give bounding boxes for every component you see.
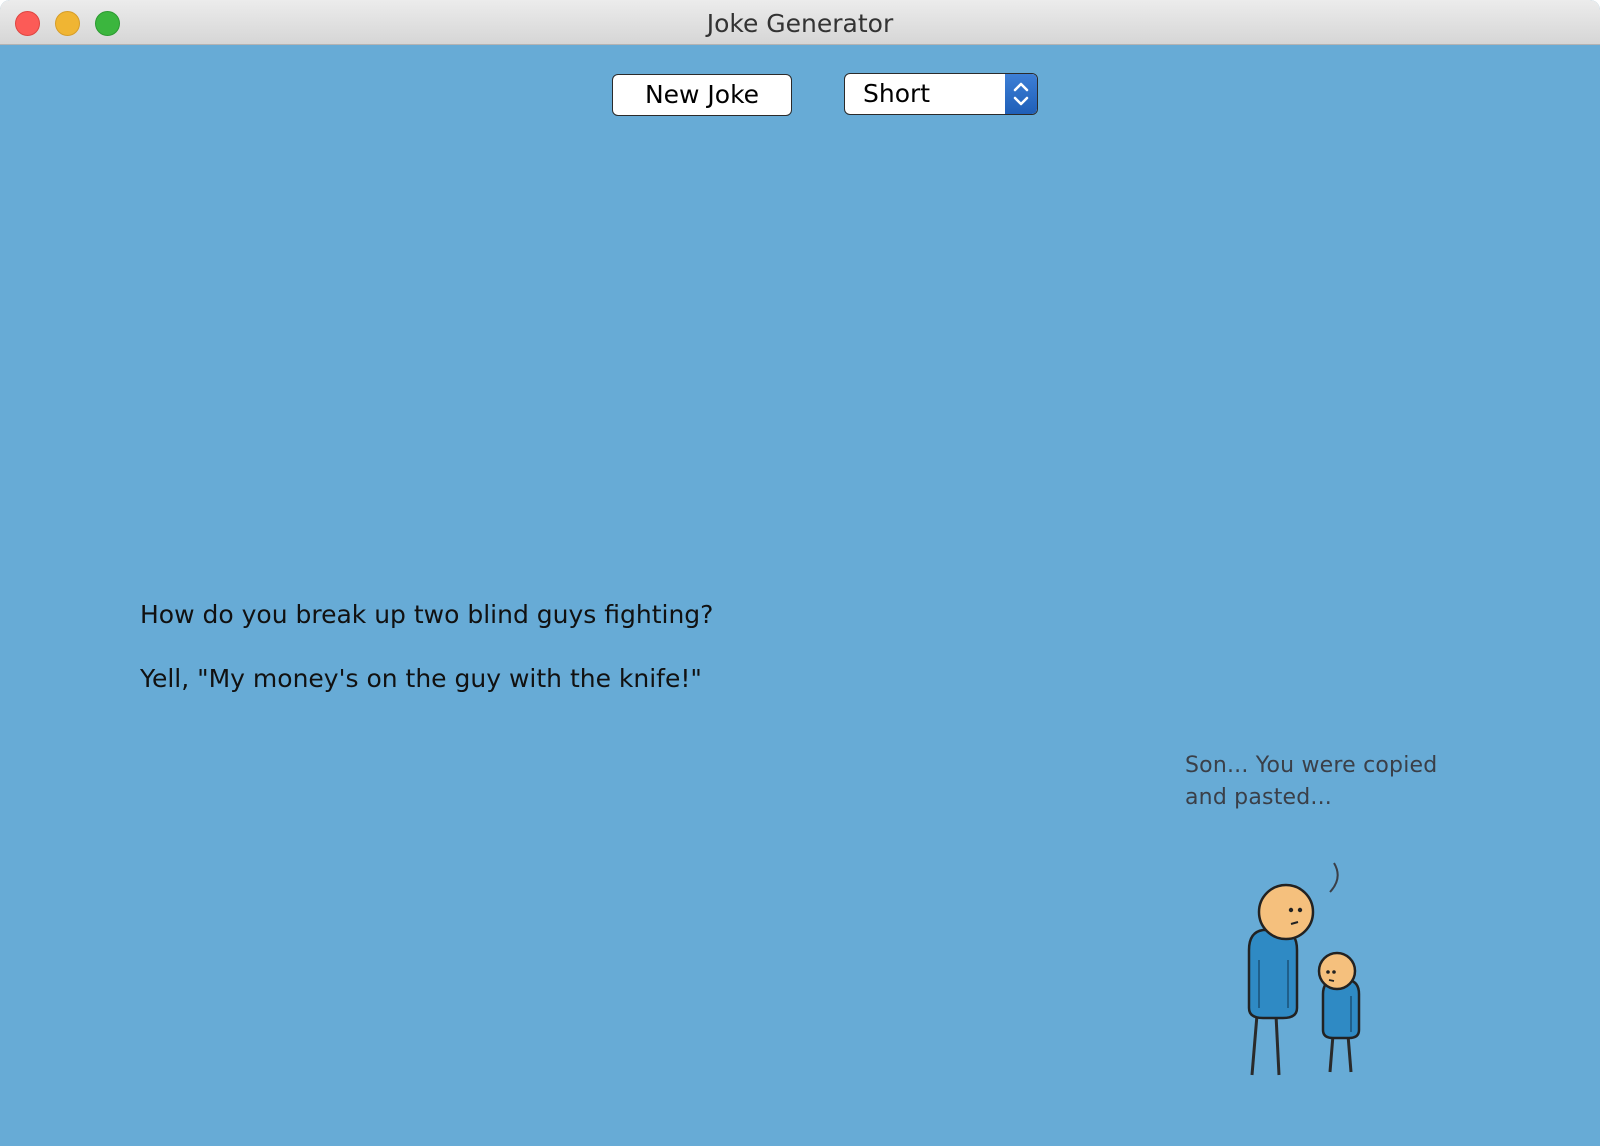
joke-setup-text: How do you break up two blind guys fight… [140, 600, 714, 629]
son-figure [1317, 951, 1361, 1073]
joke-length-select[interactable]: Short [844, 73, 1038, 115]
title-bar[interactable]: Joke Generator [0, 0, 1600, 45]
main-content: New Joke Short How do you break up two b… [0, 45, 1600, 1146]
app-window: Joke Generator New Joke Short How do you… [0, 0, 1600, 1146]
comic-figures [1247, 862, 1361, 1076]
window-title: Joke Generator [706, 9, 894, 38]
father-figure [1247, 883, 1315, 1076]
joke-length-value: Short [863, 79, 931, 108]
select-stepper[interactable] [1005, 74, 1037, 114]
comic-illustration: Son... You were copied and pasted... [1165, 750, 1465, 1110]
new-joke-button[interactable]: New Joke [612, 74, 792, 116]
chevron-up-down-icon [1013, 82, 1029, 106]
joke-punchline-text: Yell, "My money's on the guy with the kn… [140, 664, 702, 693]
speech-tail-icon [1329, 862, 1339, 893]
